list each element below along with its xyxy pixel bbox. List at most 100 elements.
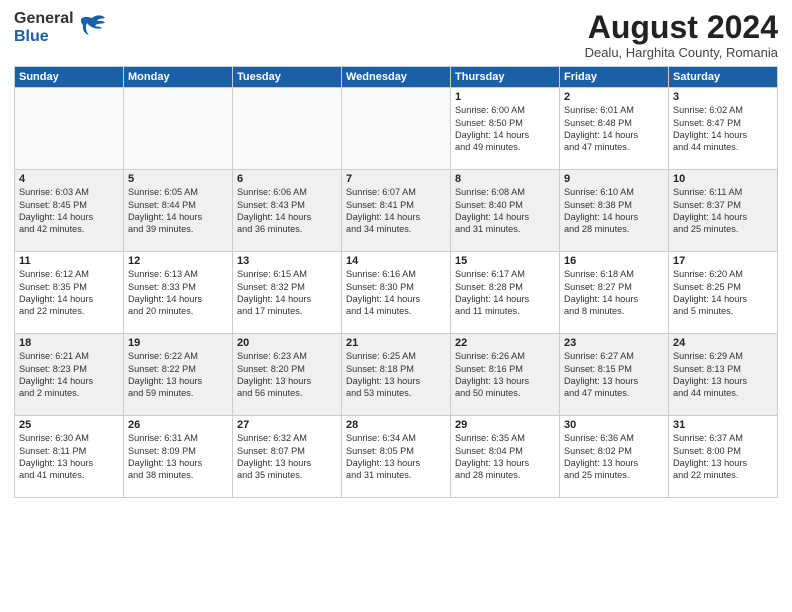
- day-info: Sunrise: 6:17 AM Sunset: 8:28 PM Dayligh…: [455, 268, 555, 318]
- day-number: 17: [673, 255, 773, 267]
- calendar-cell: 13Sunrise: 6:15 AM Sunset: 8:32 PM Dayli…: [233, 252, 342, 334]
- calendar-cell: 31Sunrise: 6:37 AM Sunset: 8:00 PM Dayli…: [669, 416, 778, 498]
- day-number: 29: [455, 419, 555, 431]
- day-info: Sunrise: 6:07 AM Sunset: 8:41 PM Dayligh…: [346, 186, 446, 236]
- day-info: Sunrise: 6:18 AM Sunset: 8:27 PM Dayligh…: [564, 268, 664, 318]
- calendar-cell: [124, 88, 233, 170]
- day-info: Sunrise: 6:06 AM Sunset: 8:43 PM Dayligh…: [237, 186, 337, 236]
- day-number: 27: [237, 419, 337, 431]
- day-number: 28: [346, 419, 446, 431]
- calendar-cell: [342, 88, 451, 170]
- calendar-cell: 28Sunrise: 6:34 AM Sunset: 8:05 PM Dayli…: [342, 416, 451, 498]
- calendar-cell: 30Sunrise: 6:36 AM Sunset: 8:02 PM Dayli…: [560, 416, 669, 498]
- header-saturday: Saturday: [669, 67, 778, 88]
- calendar-cell: 5Sunrise: 6:05 AM Sunset: 8:44 PM Daylig…: [124, 170, 233, 252]
- calendar-week-row-2: 4Sunrise: 6:03 AM Sunset: 8:45 PM Daylig…: [15, 170, 778, 252]
- day-info: Sunrise: 6:30 AM Sunset: 8:11 PM Dayligh…: [19, 432, 119, 482]
- calendar-cell: 21Sunrise: 6:25 AM Sunset: 8:18 PM Dayli…: [342, 334, 451, 416]
- header-monday: Monday: [124, 67, 233, 88]
- day-info: Sunrise: 6:26 AM Sunset: 8:16 PM Dayligh…: [455, 350, 555, 400]
- day-info: Sunrise: 6:36 AM Sunset: 8:02 PM Dayligh…: [564, 432, 664, 482]
- day-info: Sunrise: 6:27 AM Sunset: 8:15 PM Dayligh…: [564, 350, 664, 400]
- day-info: Sunrise: 6:21 AM Sunset: 8:23 PM Dayligh…: [19, 350, 119, 400]
- calendar-cell: 23Sunrise: 6:27 AM Sunset: 8:15 PM Dayli…: [560, 334, 669, 416]
- calendar-cell: 25Sunrise: 6:30 AM Sunset: 8:11 PM Dayli…: [15, 416, 124, 498]
- calendar-cell: [233, 88, 342, 170]
- calendar-cell: 24Sunrise: 6:29 AM Sunset: 8:13 PM Dayli…: [669, 334, 778, 416]
- day-info: Sunrise: 6:12 AM Sunset: 8:35 PM Dayligh…: [19, 268, 119, 318]
- day-number: 15: [455, 255, 555, 267]
- day-info: Sunrise: 6:15 AM Sunset: 8:32 PM Dayligh…: [237, 268, 337, 318]
- day-info: Sunrise: 6:37 AM Sunset: 8:00 PM Dayligh…: [673, 432, 773, 482]
- logo-bird-icon: [77, 13, 107, 43]
- day-info: Sunrise: 6:01 AM Sunset: 8:48 PM Dayligh…: [564, 104, 664, 154]
- calendar-cell: 16Sunrise: 6:18 AM Sunset: 8:27 PM Dayli…: [560, 252, 669, 334]
- calendar-cell: 17Sunrise: 6:20 AM Sunset: 8:25 PM Dayli…: [669, 252, 778, 334]
- calendar-cell: 22Sunrise: 6:26 AM Sunset: 8:16 PM Dayli…: [451, 334, 560, 416]
- header-tuesday: Tuesday: [233, 67, 342, 88]
- day-info: Sunrise: 6:35 AM Sunset: 8:04 PM Dayligh…: [455, 432, 555, 482]
- day-number: 13: [237, 255, 337, 267]
- day-number: 23: [564, 337, 664, 349]
- day-number: 7: [346, 173, 446, 185]
- calendar-week-row-5: 25Sunrise: 6:30 AM Sunset: 8:11 PM Dayli…: [15, 416, 778, 498]
- logo-blue: Blue: [14, 28, 74, 46]
- calendar-cell: 29Sunrise: 6:35 AM Sunset: 8:04 PM Dayli…: [451, 416, 560, 498]
- day-number: 16: [564, 255, 664, 267]
- day-number: 4: [19, 173, 119, 185]
- day-number: 1: [455, 91, 555, 103]
- calendar-cell: 10Sunrise: 6:11 AM Sunset: 8:37 PM Dayli…: [669, 170, 778, 252]
- day-number: 14: [346, 255, 446, 267]
- day-info: Sunrise: 6:03 AM Sunset: 8:45 PM Dayligh…: [19, 186, 119, 236]
- header-wednesday: Wednesday: [342, 67, 451, 88]
- day-info: Sunrise: 6:20 AM Sunset: 8:25 PM Dayligh…: [673, 268, 773, 318]
- logo: General Blue: [14, 10, 107, 45]
- day-number: 2: [564, 91, 664, 103]
- day-info: Sunrise: 6:05 AM Sunset: 8:44 PM Dayligh…: [128, 186, 228, 236]
- day-info: Sunrise: 6:08 AM Sunset: 8:40 PM Dayligh…: [455, 186, 555, 236]
- calendar-cell: 12Sunrise: 6:13 AM Sunset: 8:33 PM Dayli…: [124, 252, 233, 334]
- calendar-cell: 14Sunrise: 6:16 AM Sunset: 8:30 PM Dayli…: [342, 252, 451, 334]
- calendar-week-row-3: 11Sunrise: 6:12 AM Sunset: 8:35 PM Dayli…: [15, 252, 778, 334]
- day-info: Sunrise: 6:32 AM Sunset: 8:07 PM Dayligh…: [237, 432, 337, 482]
- day-info: Sunrise: 6:25 AM Sunset: 8:18 PM Dayligh…: [346, 350, 446, 400]
- location-subtitle: Dealu, Harghita County, Romania: [585, 45, 778, 60]
- day-number: 11: [19, 255, 119, 267]
- day-number: 24: [673, 337, 773, 349]
- calendar-cell: 4Sunrise: 6:03 AM Sunset: 8:45 PM Daylig…: [15, 170, 124, 252]
- calendar-cell: 9Sunrise: 6:10 AM Sunset: 8:38 PM Daylig…: [560, 170, 669, 252]
- day-info: Sunrise: 6:02 AM Sunset: 8:47 PM Dayligh…: [673, 104, 773, 154]
- calendar-cell: 6Sunrise: 6:06 AM Sunset: 8:43 PM Daylig…: [233, 170, 342, 252]
- calendar-cell: 27Sunrise: 6:32 AM Sunset: 8:07 PM Dayli…: [233, 416, 342, 498]
- day-number: 30: [564, 419, 664, 431]
- calendar-cell: [15, 88, 124, 170]
- calendar-cell: 3Sunrise: 6:02 AM Sunset: 8:47 PM Daylig…: [669, 88, 778, 170]
- calendar-cell: 20Sunrise: 6:23 AM Sunset: 8:20 PM Dayli…: [233, 334, 342, 416]
- day-info: Sunrise: 6:13 AM Sunset: 8:33 PM Dayligh…: [128, 268, 228, 318]
- calendar-cell: 11Sunrise: 6:12 AM Sunset: 8:35 PM Dayli…: [15, 252, 124, 334]
- day-info: Sunrise: 6:22 AM Sunset: 8:22 PM Dayligh…: [128, 350, 228, 400]
- calendar-table: Sunday Monday Tuesday Wednesday Thursday…: [14, 66, 778, 498]
- day-number: 9: [564, 173, 664, 185]
- day-number: 21: [346, 337, 446, 349]
- day-info: Sunrise: 6:34 AM Sunset: 8:05 PM Dayligh…: [346, 432, 446, 482]
- page-container: General Blue August 2024 Dealu, Harghita…: [0, 0, 792, 612]
- day-number: 18: [19, 337, 119, 349]
- month-year-title: August 2024: [585, 10, 778, 45]
- calendar-cell: 15Sunrise: 6:17 AM Sunset: 8:28 PM Dayli…: [451, 252, 560, 334]
- day-info: Sunrise: 6:00 AM Sunset: 8:50 PM Dayligh…: [455, 104, 555, 154]
- title-block: August 2024 Dealu, Harghita County, Roma…: [585, 10, 778, 60]
- day-number: 31: [673, 419, 773, 431]
- calendar-cell: 26Sunrise: 6:31 AM Sunset: 8:09 PM Dayli…: [124, 416, 233, 498]
- calendar-cell: 7Sunrise: 6:07 AM Sunset: 8:41 PM Daylig…: [342, 170, 451, 252]
- calendar-cell: 8Sunrise: 6:08 AM Sunset: 8:40 PM Daylig…: [451, 170, 560, 252]
- day-info: Sunrise: 6:16 AM Sunset: 8:30 PM Dayligh…: [346, 268, 446, 318]
- day-info: Sunrise: 6:23 AM Sunset: 8:20 PM Dayligh…: [237, 350, 337, 400]
- calendar-week-row-1: 1Sunrise: 6:00 AM Sunset: 8:50 PM Daylig…: [15, 88, 778, 170]
- day-number: 26: [128, 419, 228, 431]
- header-sunday: Sunday: [15, 67, 124, 88]
- header-friday: Friday: [560, 67, 669, 88]
- calendar-cell: 1Sunrise: 6:00 AM Sunset: 8:50 PM Daylig…: [451, 88, 560, 170]
- day-number: 8: [455, 173, 555, 185]
- day-info: Sunrise: 6:31 AM Sunset: 8:09 PM Dayligh…: [128, 432, 228, 482]
